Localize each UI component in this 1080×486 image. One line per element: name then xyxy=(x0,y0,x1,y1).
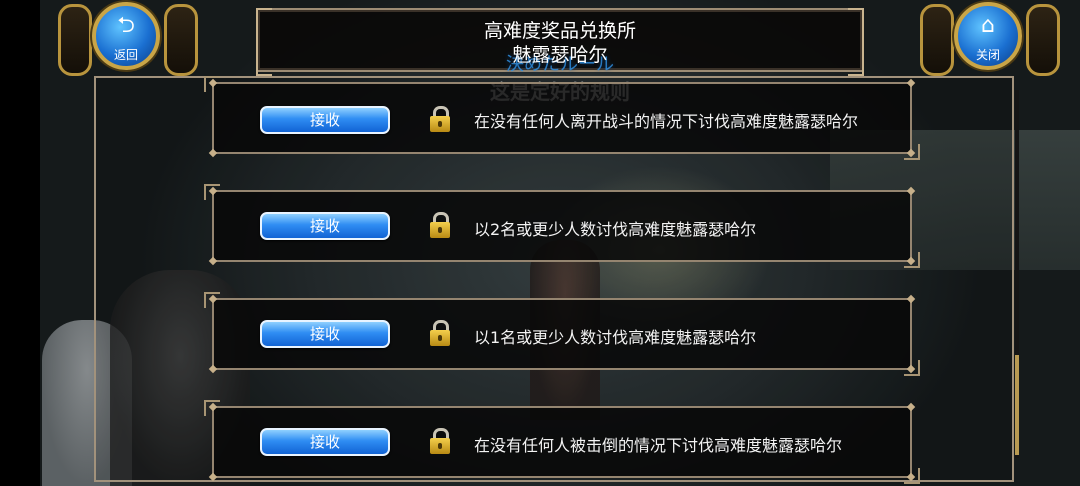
close-button-left-ornament xyxy=(920,4,954,76)
left-screen-edge xyxy=(0,0,40,486)
receive-button[interactable]: 接收 xyxy=(260,320,390,348)
row-corner-ornament xyxy=(208,402,218,412)
row-corner-ornament xyxy=(208,78,218,88)
back-button-orb[interactable]: ⮌ 返回 xyxy=(92,2,160,70)
receive-button[interactable]: 接收 xyxy=(260,428,390,456)
row-corner-ornament xyxy=(906,472,916,482)
row-corner-ornament xyxy=(208,186,218,196)
close-button-orb[interactable]: ⌂ 关闭 xyxy=(954,2,1022,70)
back-button[interactable]: ⮌ 返回 xyxy=(58,0,198,80)
lock-icon xyxy=(430,212,450,238)
scrollbar-thumb[interactable] xyxy=(1015,355,1019,455)
rule-condition-text: 在没有任何人被击倒的情况下讨伐高难度魅露瑟哈尔 xyxy=(474,436,843,455)
back-button-right-ornament xyxy=(164,4,198,76)
return-arrow-icon: ⮌ xyxy=(117,13,135,38)
close-button-right-ornament xyxy=(1026,4,1060,76)
row-corner-ornament xyxy=(208,294,218,304)
rule-row: 接收 以1名或更少人数讨伐高难度魅露瑟哈尔 xyxy=(208,294,920,376)
lock-icon xyxy=(430,320,450,346)
back-button-left-ornament xyxy=(58,4,92,76)
home-icon: ⌂ xyxy=(981,13,995,38)
boss-name: 魅露瑟哈尔 xyxy=(512,44,608,66)
back-button-label: 返回 xyxy=(113,48,138,62)
row-corner-ornament xyxy=(906,364,916,374)
page-title: 高难度奖品兑换所 xyxy=(483,20,636,42)
rule-row: 接收 以2名或更少人数讨伐高难度魅露瑟哈尔 xyxy=(208,186,920,268)
close-button[interactable]: ⌂ 关闭 xyxy=(920,0,1060,80)
rule-condition-text: 以2名或更少人数讨伐高难度魅露瑟哈尔 xyxy=(474,220,757,239)
rule-row: 接收 在没有任何人被击倒的情况下讨伐高难度魅露瑟哈尔 xyxy=(208,402,920,484)
close-button-label: 关闭 xyxy=(975,48,1000,62)
row-corner-ornament xyxy=(906,256,916,266)
lock-icon xyxy=(430,428,450,454)
receive-button[interactable]: 接收 xyxy=(260,106,390,134)
rule-row: 接收 在没有任何人离开战斗的情况下讨伐高难度魅露瑟哈尔 xyxy=(208,78,920,160)
rule-condition-text: 以1名或更少人数讨伐高难度魅露瑟哈尔 xyxy=(474,328,757,347)
receive-button[interactable]: 接收 xyxy=(260,212,390,240)
row-corner-ornament xyxy=(906,148,916,158)
rule-condition-text: 在没有任何人离开战斗的情况下讨伐高难度魅露瑟哈尔 xyxy=(474,112,859,131)
title-banner: 高难度奖品兑换所 決めたルール 魅露瑟哈尔 xyxy=(256,8,864,76)
lock-icon xyxy=(430,106,450,132)
